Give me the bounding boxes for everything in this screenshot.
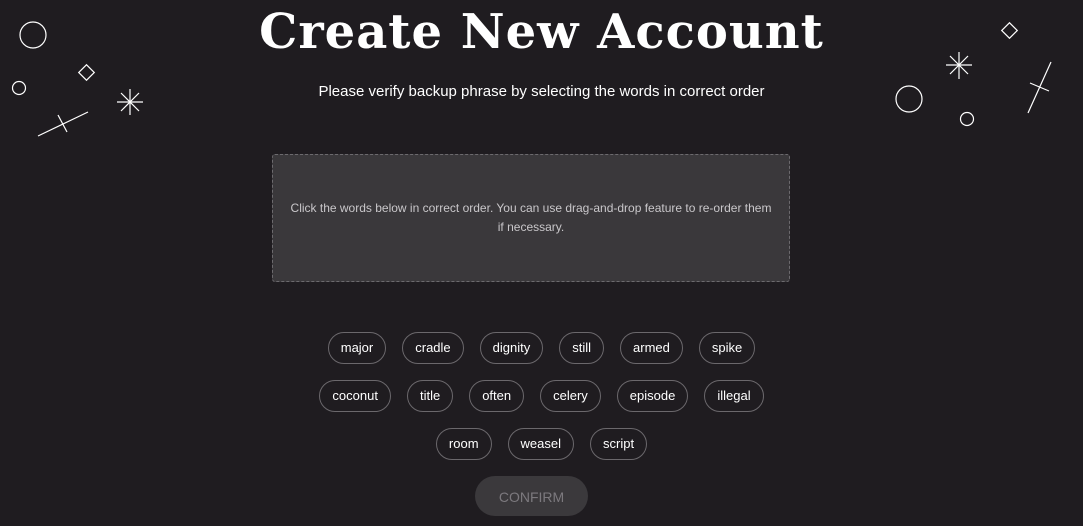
word-chip-title[interactable]: title [406, 380, 454, 412]
page-subtitle: Please verify backup phrase by selecting… [318, 83, 765, 100]
word-chip-spike[interactable]: spike [698, 332, 756, 364]
page-title: Create New Account [259, 4, 824, 60]
create-account-page: Create New Account Please verify backup … [0, 0, 1083, 526]
word-chip-room[interactable]: room [435, 428, 492, 460]
word-chip-still[interactable]: still [559, 332, 605, 364]
word-row-2: coconut title often celery episode illeg… [0, 380, 1083, 412]
word-chip-weasel[interactable]: weasel [507, 428, 575, 460]
word-chip-episode[interactable]: episode [616, 380, 689, 412]
phrase-drop-zone[interactable]: Click the words below in correct order. … [272, 154, 790, 282]
word-chip-often[interactable]: often [469, 380, 525, 412]
word-chip-coconut[interactable]: coconut [319, 380, 391, 412]
word-chip-celery[interactable]: celery [540, 380, 601, 412]
diamond-icon [77, 63, 96, 82]
word-row-1: major cradle dignity still armed spike [0, 332, 1083, 364]
word-chip-cradle[interactable]: cradle [402, 332, 464, 364]
drop-zone-instruction: Click the words below in correct order. … [290, 201, 772, 234]
confirm-button[interactable]: CONFIRM [475, 476, 588, 516]
word-chip-script[interactable]: script [590, 428, 648, 460]
word-row-3: room weasel script [0, 428, 1083, 460]
word-chip-illegal[interactable]: illegal [704, 380, 764, 412]
circle-icon [959, 111, 975, 127]
line-icon [37, 111, 89, 137]
word-chip-armed[interactable]: armed [620, 332, 683, 364]
word-chip-dignity[interactable]: dignity [479, 332, 544, 364]
word-chip-major[interactable]: major [327, 332, 387, 364]
